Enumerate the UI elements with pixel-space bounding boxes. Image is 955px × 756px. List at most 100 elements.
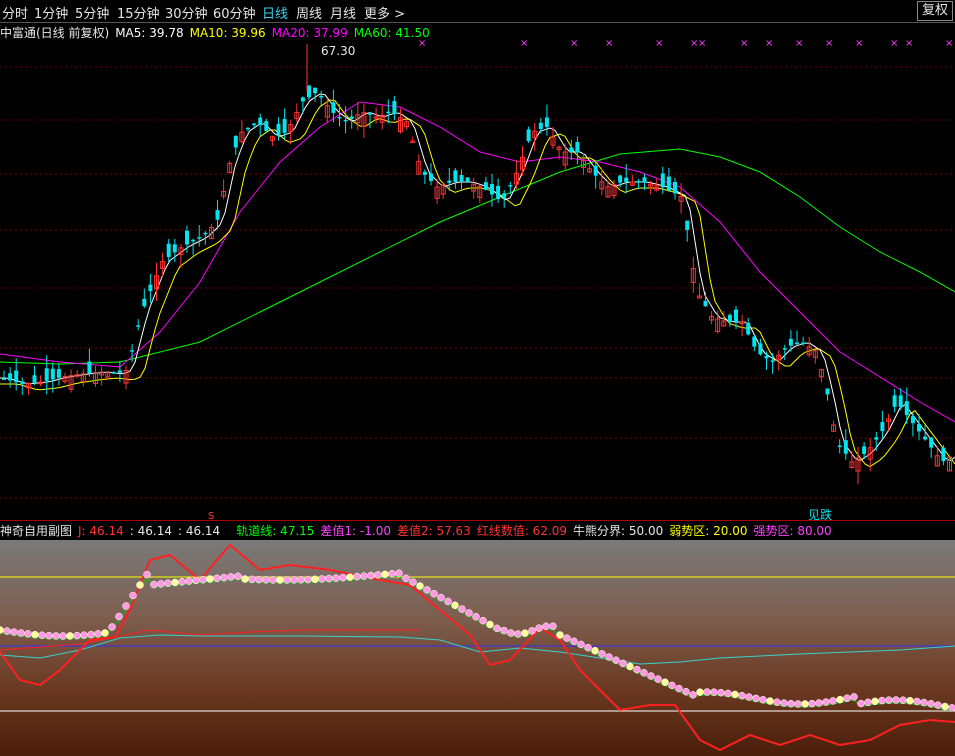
track-dot — [689, 691, 697, 699]
candle-body — [429, 173, 433, 181]
s-signal-label: s — [208, 508, 214, 520]
track-dot — [402, 574, 410, 583]
fuquan-button[interactable]: 复权 — [917, 1, 953, 21]
track-dot — [703, 688, 711, 696]
ma10-line — [0, 99, 955, 468]
top-markers: × × × × × × × × × × × × × × × — [418, 38, 953, 49]
track-dot — [276, 576, 284, 584]
track-dot — [605, 653, 613, 661]
track-dot — [360, 572, 368, 580]
track-dot — [654, 675, 662, 683]
tab-weekly[interactable]: 周线 — [296, 3, 322, 22]
top-marker: × — [855, 38, 863, 49]
panel-divider — [0, 520, 955, 521]
tab-1min[interactable]: 1分钟 — [34, 3, 68, 22]
track-dot — [157, 580, 165, 588]
candle-body — [825, 388, 830, 395]
tab-more[interactable]: 更多 > — [364, 3, 405, 22]
track-dot — [395, 569, 403, 577]
top-marker: × — [905, 38, 913, 49]
candle-body — [197, 237, 202, 239]
tab-60min[interactable]: 60分钟 — [213, 3, 256, 22]
tab-fenshi[interactable]: 分时 — [2, 3, 28, 22]
candle-body — [343, 119, 348, 122]
track-dot — [591, 647, 599, 655]
track-dot — [269, 576, 277, 584]
candle-body — [313, 87, 318, 94]
track-dot — [206, 575, 214, 583]
candle-body — [111, 372, 116, 374]
track-dot — [920, 698, 928, 707]
track-dot — [94, 630, 102, 638]
candle-body — [233, 135, 238, 148]
candle-body — [880, 421, 885, 432]
candlestick-chart[interactable]: × × × × × × × × × × × × × × × 67.30 s 见跌 — [0, 22, 955, 520]
candle-body — [666, 176, 671, 191]
track-dot — [143, 570, 151, 579]
tab-daily[interactable]: 日线 — [262, 3, 288, 22]
candles — [2, 44, 952, 485]
sub-indicator-chart[interactable] — [0, 540, 955, 756]
track-dot — [101, 629, 109, 637]
ma10-path — [0, 99, 955, 468]
candle-body — [496, 185, 501, 200]
candle-body — [758, 343, 763, 355]
candle-body — [319, 95, 324, 98]
track-value: 轨道线: 47.15 — [236, 524, 315, 538]
candle-body — [215, 210, 220, 220]
track-dot — [136, 581, 144, 589]
track-dot — [759, 696, 767, 704]
candle-body — [368, 112, 372, 115]
track-dot — [836, 695, 844, 704]
tab-15min[interactable]: 15分钟 — [117, 3, 160, 22]
track-dot — [472, 613, 480, 621]
candle-body — [191, 239, 196, 242]
candle-body — [483, 182, 488, 190]
candle-body — [252, 123, 257, 126]
track-dot — [311, 575, 319, 584]
candle-body — [746, 322, 751, 335]
track-dot — [10, 628, 18, 636]
track-dot — [59, 632, 67, 640]
candle-body — [32, 375, 37, 383]
track-dot — [948, 704, 955, 712]
candle-body — [300, 97, 305, 102]
candle-body — [337, 116, 342, 119]
candle-body — [172, 244, 177, 253]
track-dot — [73, 631, 81, 640]
candle-body — [618, 175, 623, 183]
track-dot — [766, 697, 774, 705]
candle-body — [673, 181, 677, 194]
candle-body — [898, 395, 903, 407]
candle-body — [752, 336, 757, 347]
price-grid — [0, 66, 955, 499]
track-dot — [437, 593, 445, 602]
top-marker: × — [825, 38, 833, 49]
track-dot — [612, 656, 620, 664]
candle-body — [923, 436, 928, 440]
sub-red-path — [0, 543, 955, 752]
tab-monthly[interactable]: 月线 — [330, 3, 356, 22]
track-dot — [633, 665, 641, 674]
track-dot — [808, 699, 816, 708]
red-line — [0, 543, 955, 752]
candle-body — [166, 243, 171, 257]
tab-5min[interactable]: 5分钟 — [75, 3, 109, 22]
track-dot — [822, 698, 830, 706]
tab-30min[interactable]: 30分钟 — [165, 3, 208, 22]
track-dot — [598, 650, 606, 658]
ma20-value: MA20: 37.99 — [271, 26, 348, 40]
top-marker: × — [570, 38, 578, 49]
track-dot — [913, 697, 921, 706]
diff2-value: 差值2: 57.63 — [396, 524, 471, 538]
track-dot — [171, 578, 179, 587]
track-dot — [801, 700, 809, 708]
sub-cyan-path — [0, 634, 955, 665]
value-3: : 46.14 — [177, 524, 221, 538]
track-dot — [486, 620, 494, 629]
track-dot — [346, 573, 354, 581]
candle-body — [459, 175, 464, 182]
track-dot — [864, 698, 872, 707]
track-dot — [444, 597, 452, 606]
track-dot — [556, 631, 564, 639]
